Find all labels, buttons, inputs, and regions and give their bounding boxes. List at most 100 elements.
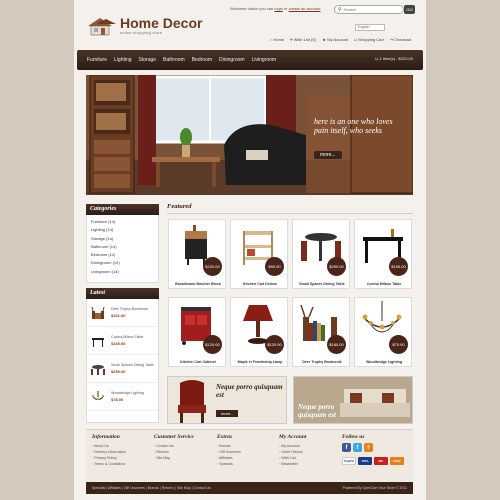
nav-lighting[interactable]: Lighting — [114, 57, 132, 63]
footer-col-customer-service: Customer Service Contact Us Returns Site… — [154, 434, 194, 461]
cart-summary-icon: ⊔ — [375, 56, 379, 61]
top-links: ⌂ Home ♥ Wish List (0) ☻ My Account ⊔ Sh… — [270, 37, 411, 42]
chandelier-thumb-icon — [91, 390, 105, 400]
category-item[interactable]: Storage (14) — [91, 235, 154, 243]
home-link-label: Home — [273, 37, 285, 42]
logo[interactable]: Home Decor online shopping store — [86, 16, 202, 36]
category-item[interactable]: Bathroom (14) — [91, 243, 154, 251]
home-icon: ⌂ — [270, 37, 273, 42]
nav-diningroom[interactable]: Diningroom — [219, 57, 245, 63]
language-select[interactable]: English — [355, 24, 385, 31]
footer-col-title: Follow us — [342, 434, 365, 440]
wishlist-link[interactable]: ♥ Wish List (0) — [290, 37, 316, 42]
price-badge: $70.00 — [389, 335, 408, 354]
latest-item[interactable]: Woodbridge Lighting $78.00 — [87, 383, 158, 411]
footer-col-title: My Account — [279, 434, 307, 440]
footer-link[interactable]: Site Map — [154, 455, 194, 461]
home-link[interactable]: ⌂ Home — [270, 37, 284, 42]
hero-banner[interactable]: here is an one who loves pain itself, wh… — [86, 75, 413, 195]
product-card[interactable]: $120.00 Maple el Femebship Lamp — [230, 297, 288, 367]
banner-more-button[interactable]: more... — [314, 151, 342, 159]
promo-banner-sofa[interactable]: Neque porro quisquam est — [293, 376, 413, 424]
product-name[interactable]: Maple el Femebship Lamp — [231, 360, 289, 364]
price-badge: $220.00 — [203, 257, 222, 276]
price-badge: $120.00 — [203, 335, 222, 354]
living-room-image — [86, 75, 413, 195]
category-item[interactable]: Furniture (14) — [91, 218, 154, 226]
login-link[interactable]: login — [274, 6, 282, 11]
product-name[interactable]: Woodbridge Lighting — [355, 360, 413, 364]
product-name[interactable]: Kitchen Cart Cabinet — [169, 360, 227, 364]
nav-bathroom[interactable]: Bathroom — [163, 57, 185, 63]
bottom-links[interactable]: Specials | Affiliates | Gift Vouchers | … — [92, 486, 211, 490]
price-badge: $290.00 — [327, 257, 346, 276]
promo-banner-chair[interactable]: Neque porro quisquam est more... — [167, 376, 287, 424]
paypal-icon: PayPal — [342, 457, 356, 465]
product-card[interactable]: $70.00 Woodbridge Lighting — [354, 297, 412, 367]
footer-col-title: Information — [92, 434, 120, 440]
visa-icon: VISA — [358, 457, 372, 465]
latest-item-price: $165.00 — [111, 341, 126, 347]
create-account-link[interactable]: create an account — [289, 6, 321, 11]
product-card[interactable]: $220.00 Broadboard Butcher Block — [168, 219, 226, 289]
featured-title: Featured — [167, 203, 192, 210]
latest-item[interactable]: Deer Trophy Bookends $161.00 — [87, 299, 158, 327]
product-name[interactable]: Cucina Milano Table — [355, 282, 413, 286]
category-item[interactable]: Lighting (14) — [91, 226, 154, 234]
footer-col-title: Extras — [217, 434, 232, 440]
product-name[interactable]: Deer Trophy Bookends — [293, 360, 351, 364]
product-name[interactable]: Kitchen Cart Deluxe — [231, 282, 289, 286]
cart-link-label: Shopping Cart — [358, 37, 384, 42]
categories-box: Categories Furniture (14) Lighting (14) … — [86, 204, 159, 283]
discover-icon: DISC — [390, 457, 404, 465]
latest-item[interactable]: Small Spaces Dining Table $290.00 — [87, 355, 158, 383]
footer-col-extras: Extras Brands Gift Vouchers Affiliates S… — [217, 434, 241, 467]
product-card[interactable]: $120.00 Kitchen Cart Cabinet — [168, 297, 226, 367]
footer-col-title: Customer Service — [154, 434, 194, 440]
price-badge: $120.00 — [265, 335, 284, 354]
product-card[interactable]: $90.00 Kitchen Cart Deluxe — [230, 219, 288, 289]
nav-storage[interactable]: Storage — [139, 57, 157, 63]
category-item[interactable]: Bedroom (14) — [91, 251, 154, 259]
nav-livingroom[interactable]: Livingroom — [252, 57, 276, 63]
welcome-text: Welcome visitor you can login or create … — [230, 6, 320, 11]
nav-furniture[interactable]: Furniture — [87, 57, 107, 63]
category-item[interactable]: Diningroom (14) — [91, 259, 154, 267]
category-item[interactable]: Livingroom (14) — [91, 268, 154, 276]
social-icons: f t r — [342, 443, 404, 452]
nav-bedroom[interactable]: Bedroom — [192, 57, 212, 63]
facebook-icon[interactable]: f — [342, 443, 351, 452]
checkout-link[interactable]: ➔ Checkout — [390, 37, 411, 42]
promo-text: Neque porro quisquam est — [298, 403, 336, 419]
footer-link[interactable]: Terms & Conditions — [92, 461, 126, 467]
latest-item-name: Woodbridge Lighting — [111, 390, 144, 395]
search-input[interactable]: ⚲ Search — [334, 5, 404, 14]
account-link[interactable]: ☻ My Account — [322, 37, 348, 42]
footer: Information About Us Delivery Informatio… — [86, 429, 413, 481]
latest-item[interactable]: Cucina Milano Table $165.00 — [87, 327, 158, 355]
footer-link[interactable]: Specials — [217, 461, 241, 467]
search-icon: ⚲ — [338, 6, 342, 13]
latest-box: Latest Deer Trophy Bookends $161.00 Cucin… — [86, 288, 159, 423]
product-name[interactable]: Small Spaces Dining Table — [293, 282, 351, 286]
promo-more-button[interactable]: more... — [216, 410, 239, 417]
banner-text: here is an one who loves pain itself, wh… — [314, 117, 393, 135]
latest-title: Latest — [86, 288, 159, 299]
twitter-icon[interactable]: t — [353, 443, 362, 452]
cart-summary[interactable]: ⊔ 2 item(s) - $220.00 — [375, 56, 413, 61]
page: Welcome visitor you can login or create … — [74, 0, 426, 500]
welcome-or: or — [283, 6, 288, 11]
cart-link[interactable]: ⊔ Shopping Cart — [354, 37, 384, 42]
product-card[interactable]: $180.00 Deer Trophy Bookends — [292, 297, 350, 367]
categories-list: Furniture (14) Lighting (14) Storage (14… — [86, 215, 159, 283]
search-placeholder: Search — [343, 7, 357, 12]
product-card[interactable]: $165.00 Cucina Milano Table — [354, 219, 412, 289]
product-card[interactable]: $290.00 Small Spaces Dining Table — [292, 219, 350, 289]
house-logo-icon — [88, 18, 116, 36]
footer-link[interactable]: Newsletter — [279, 461, 306, 467]
search-go-button[interactable]: GO — [404, 5, 415, 14]
rss-icon[interactable]: r — [364, 443, 373, 452]
table-thumb-icon — [92, 337, 104, 347]
product-name[interactable]: Broadboard Butcher Block — [169, 282, 227, 286]
latest-list: Deer Trophy Bookends $161.00 Cucina Milan… — [86, 299, 159, 423]
